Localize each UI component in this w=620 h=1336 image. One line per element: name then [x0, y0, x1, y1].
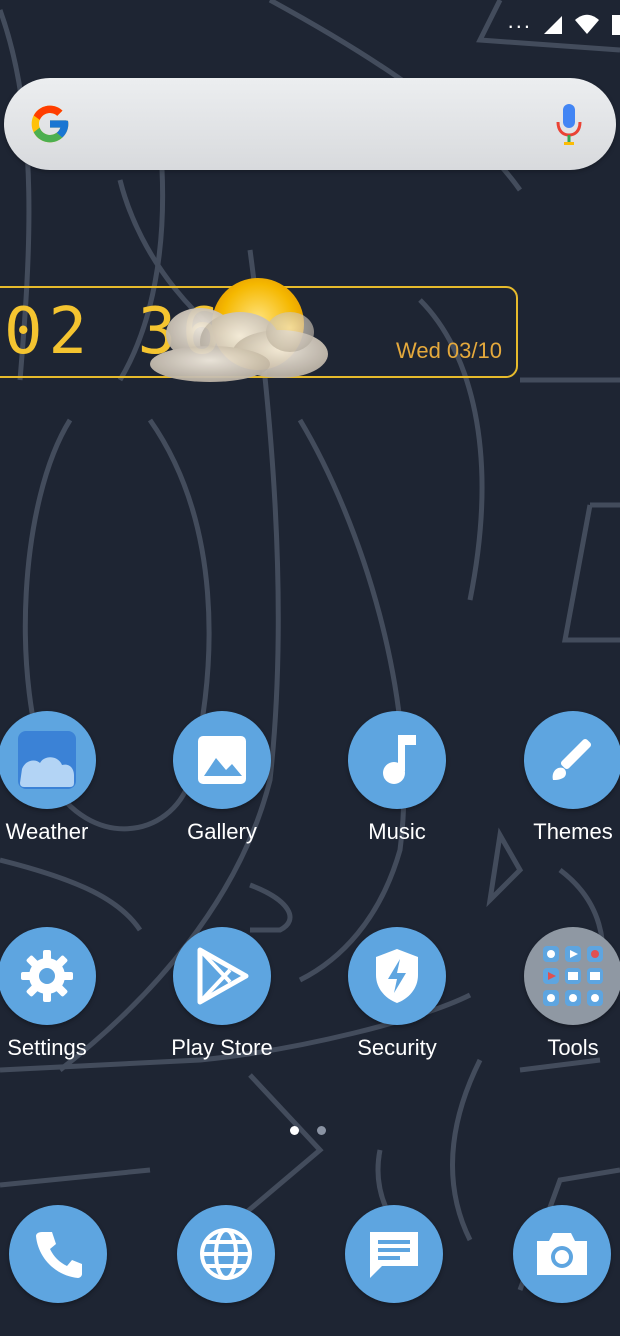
- phone-icon: [36, 1232, 82, 1278]
- dock-messages[interactable]: [345, 1205, 443, 1303]
- app-play-store[interactable]: Play Store: [142, 927, 302, 1061]
- dock-phone[interactable]: [9, 1205, 107, 1303]
- app-settings[interactable]: Settings: [0, 927, 127, 1061]
- app-label: Music: [368, 819, 426, 844]
- app-label: Play Store: [171, 1035, 273, 1060]
- folder-tools[interactable]: Tools: [493, 927, 620, 1061]
- battery-icon: [612, 15, 620, 35]
- wallpaper: [0, 0, 620, 1291]
- signal-icon: [544, 16, 562, 34]
- messages-icon: [370, 1232, 418, 1278]
- app-label: Settings: [7, 1035, 87, 1060]
- dock-camera[interactable]: [513, 1205, 611, 1303]
- app-label: Security: [357, 1035, 437, 1060]
- gallery-icon: [173, 711, 271, 809]
- folder-icon: [524, 927, 620, 1025]
- dock-browser[interactable]: [177, 1205, 275, 1303]
- google-logo: [31, 105, 69, 143]
- security-shield-icon: [348, 927, 446, 1025]
- app-music[interactable]: Music: [317, 711, 477, 845]
- app-label: Gallery: [187, 819, 257, 844]
- app-themes[interactable]: Themes: [493, 711, 620, 845]
- wifi-icon: [575, 14, 599, 34]
- weather-icon: [0, 711, 96, 809]
- status-bar: ...: [508, 10, 620, 40]
- app-security[interactable]: Security: [317, 927, 477, 1061]
- browser-icon: [200, 1228, 252, 1280]
- play-store-icon: [173, 927, 271, 1025]
- partly-cloudy-icon: [150, 278, 328, 382]
- page-dot[interactable]: [317, 1126, 326, 1135]
- page-indicator: [290, 1126, 326, 1135]
- mic-icon[interactable]: [552, 100, 586, 148]
- camera-icon: [537, 1233, 587, 1275]
- status-dots: ...: [507, 8, 532, 33]
- app-label: Themes: [533, 819, 613, 844]
- music-note-icon: [348, 711, 446, 809]
- paintbrush-icon: [524, 711, 620, 809]
- app-label: Weather: [5, 819, 89, 844]
- app-label: Tools: [547, 1035, 599, 1060]
- gear-icon: [0, 927, 96, 1025]
- page-dot-active[interactable]: [290, 1126, 299, 1135]
- app-gallery[interactable]: Gallery: [142, 711, 302, 845]
- google-search-bar[interactable]: [4, 78, 616, 170]
- app-weather[interactable]: Weather: [0, 711, 127, 845]
- clock-date: Wed 03/10: [395, 338, 502, 363]
